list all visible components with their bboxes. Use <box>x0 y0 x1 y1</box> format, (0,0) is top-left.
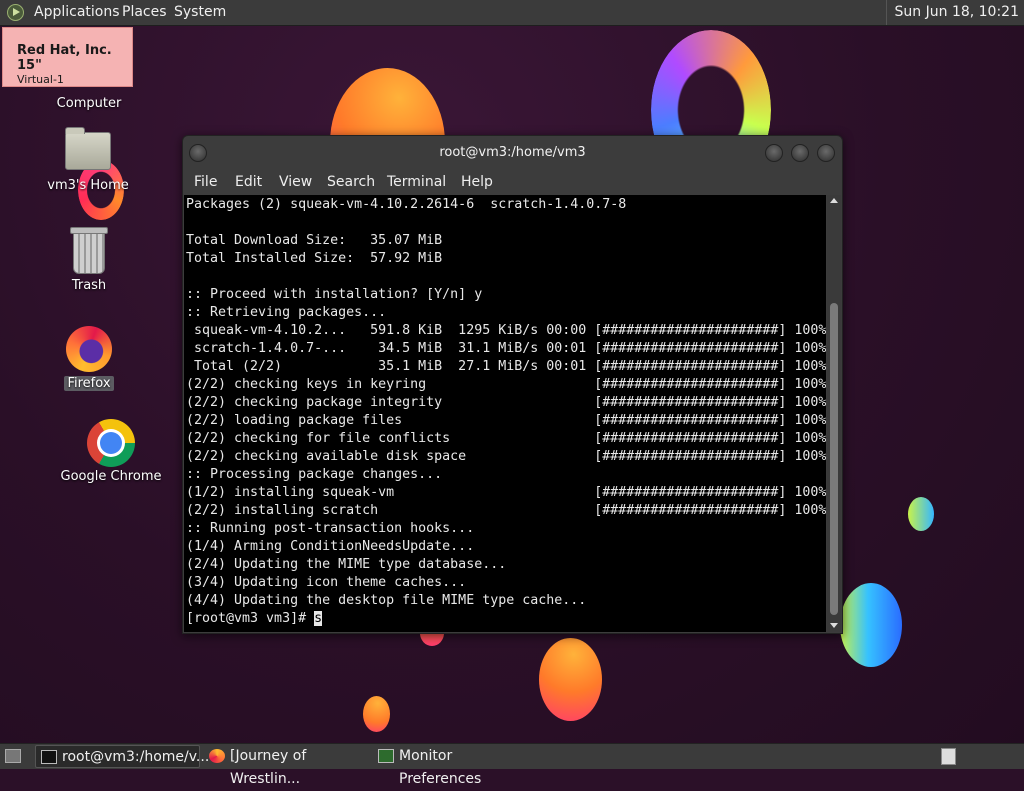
terminal-prompt: [root@vm3 vm3]# <box>186 611 315 626</box>
desktop-icon-trash[interactable]: Trash <box>50 227 128 293</box>
window-title: root@vm3:/home/vm3 <box>439 145 586 160</box>
terminal-menubar: File Edit View Search Terminal Help <box>183 170 842 196</box>
close-icon[interactable] <box>817 144 835 162</box>
terminal-line: :: Processing package changes... <box>186 467 443 482</box>
desktop-icon-label: vm3's Home <box>47 178 129 193</box>
desktop-icon-label: Computer <box>56 96 122 111</box>
applications-logo-icon[interactable] <box>7 4 24 21</box>
terminal-line: (1/4) Arming ConditionNeedsUpdate... <box>186 539 475 554</box>
terminal-line: (2/4) Updating the MIME type database... <box>186 557 507 572</box>
wallpaper-tiny-bubble <box>363 696 390 732</box>
menu-places[interactable]: Places <box>122 0 167 25</box>
top-panel: Applications Places System Sun Jun 18, 1… <box>0 0 1024 26</box>
desktop-icon-firefox[interactable]: Firefox <box>50 326 128 391</box>
terminal-line: (2/2) checking available disk space [###… <box>186 449 826 464</box>
wallpaper-small-bubble <box>908 497 934 531</box>
terminal-line: scratch-1.4.0.7-... 34.5 MiB 31.1 MiB/s … <box>186 341 826 356</box>
desktop-icon-chrome[interactable]: Google Chrome <box>56 419 166 484</box>
monitor-identify-label: Red Hat, Inc. 15" Virtual-1 <box>2 27 133 87</box>
terminal-input[interactable]: s <box>314 611 323 626</box>
terminal-line: (2/2) installing scratch [##############… <box>186 503 826 518</box>
desktop-icon-home[interactable]: vm3's Home <box>42 127 134 193</box>
terminal-line: :: Retrieving packages... <box>186 305 387 320</box>
chrome-icon <box>87 419 135 467</box>
maximize-icon[interactable] <box>791 144 809 162</box>
menu-view[interactable]: View <box>279 174 312 190</box>
terminal-line: (1/2) installing squeak-vm [############… <box>186 485 826 500</box>
menu-file[interactable]: File <box>194 174 217 190</box>
monitor-name: Red Hat, Inc. 15" <box>17 43 112 73</box>
desktop-icon-label: Google Chrome <box>60 469 162 484</box>
menu-search[interactable]: Search <box>327 174 375 190</box>
menu-terminal[interactable]: Terminal <box>387 174 446 190</box>
trash-icon <box>70 227 108 274</box>
terminal-icon <box>41 750 57 764</box>
taskbar-item-label: root@vm3:/home/v... <box>62 749 210 765</box>
scroll-up-icon[interactable] <box>830 198 838 203</box>
clock[interactable]: Sun Jun 18, 10:21 <box>885 0 1024 25</box>
terminal-line: (4/4) Updating the desktop file MIME typ… <box>186 593 587 608</box>
show-desktop-icon[interactable] <box>5 749 21 763</box>
monitor-connector: Virtual-1 <box>17 73 64 86</box>
taskbar-item-monitor-preferences[interactable]: Monitor Preferences <box>373 745 538 787</box>
terminal-line: (2/2) checking keys in keyring [########… <box>186 377 826 392</box>
firefox-icon <box>66 326 112 372</box>
terminal-line: :: Proceed with installation? [Y/n] y <box>186 287 483 302</box>
terminal-line: (2/2) loading package files [###########… <box>186 413 826 428</box>
workspace-switcher-icon[interactable] <box>941 748 956 765</box>
wallpaper-bottom-bubble <box>539 638 602 721</box>
terminal-line: squeak-vm-4.10.2... 591.8 KiB 1295 KiB/s… <box>186 323 826 338</box>
home-folder-icon <box>65 127 111 170</box>
scrollbar-thumb[interactable] <box>830 303 838 615</box>
terminal-line: (2/2) checking package integrity [######… <box>186 395 826 410</box>
taskbar-item-terminal[interactable]: root@vm3:/home/v... <box>35 745 209 768</box>
terminal-scrollbar[interactable] <box>827 195 841 632</box>
monitor-icon <box>378 749 394 763</box>
terminal-line: Total Download Size: 35.07 MiB <box>186 233 443 248</box>
terminal-line: :: Running post-transaction hooks... <box>186 521 475 536</box>
terminal-prompt-line[interactable]: [root@vm3 vm3]# s <box>186 610 826 628</box>
wallpaper-blue-bubble <box>840 583 902 667</box>
terminal-line: Total Installed Size: 57.92 MiB <box>186 251 443 266</box>
terminal-line: Packages (2) squeak-vm-4.10.2.2614-6 scr… <box>186 197 627 212</box>
bottom-panel: root@vm3:/home/v... [Journey of Wrestlin… <box>0 743 1024 787</box>
terminal-line: Total (2/2) 35.1 MiB 27.1 MiB/s 00:01 [#… <box>186 359 826 374</box>
window-menu-icon[interactable] <box>189 144 207 162</box>
taskbar-item-firefox[interactable]: [Journey of Wrestlin... <box>204 745 369 787</box>
terminal-output[interactable]: Packages (2) squeak-vm-4.10.2.2614-6 scr… <box>184 195 826 632</box>
terminal-window[interactable]: root@vm3:/home/vm3 File Edit View Search… <box>182 135 843 634</box>
firefox-icon <box>209 749 225 763</box>
menu-system[interactable]: System <box>174 0 226 25</box>
desktop-icon-label: Trash <box>71 278 107 293</box>
terminal-line: (3/4) Updating icon theme caches... <box>186 575 467 590</box>
terminal-line: (2/2) checking for file conflicts [#####… <box>186 431 826 446</box>
minimize-icon[interactable] <box>765 144 783 162</box>
desktop-icon-label: Firefox <box>64 376 114 391</box>
menu-edit[interactable]: Edit <box>235 174 262 190</box>
window-titlebar[interactable]: root@vm3:/home/vm3 <box>183 136 842 169</box>
scroll-down-icon[interactable] <box>830 623 838 628</box>
menu-help[interactable]: Help <box>461 174 493 190</box>
menu-applications[interactable]: Applications <box>34 0 120 25</box>
desktop-icon-computer[interactable]: Computer <box>50 96 128 111</box>
